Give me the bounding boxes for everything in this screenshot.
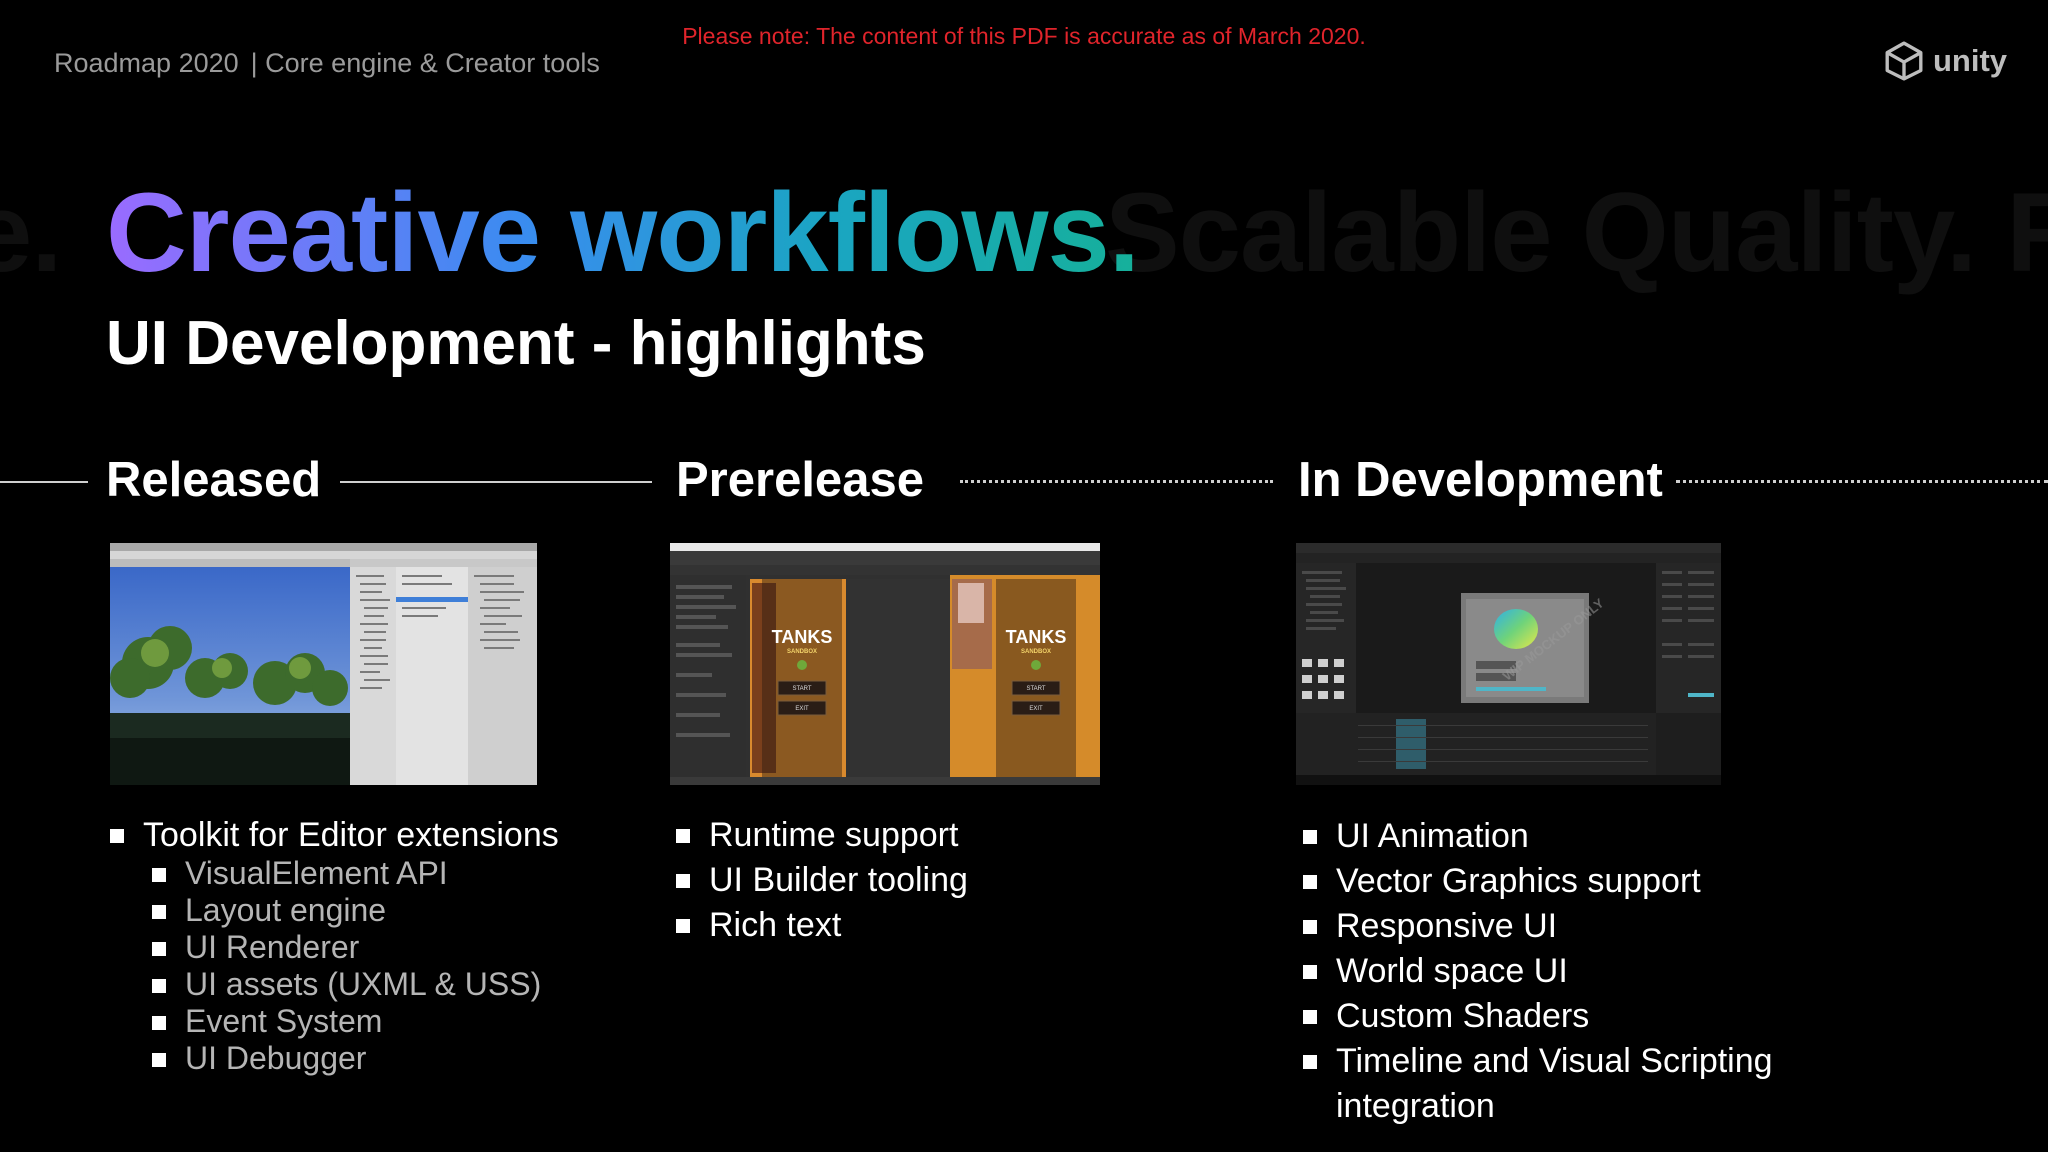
list-item: Event System xyxy=(152,1003,541,1040)
released-editor-screenshot xyxy=(110,543,537,785)
tanks-title-right: TANKS xyxy=(1006,627,1067,647)
list-item: Custom Shaders xyxy=(1303,994,1823,1039)
in-development-list: UI Animation Vector Graphics support Res… xyxy=(1303,814,1823,1129)
ghost-title-right: Scalable Quality. Re xyxy=(1105,170,2048,295)
tanks-exit-left: EXIT xyxy=(795,706,809,712)
list-item: Toolkit for Editor extensions xyxy=(110,813,559,858)
list-item: Vector Graphics support xyxy=(1303,859,1823,904)
list-item: UI Animation xyxy=(1303,814,1823,859)
ghost-title-left: e. xyxy=(0,170,62,295)
breadcrumb-section: | Core engine & Creator tools xyxy=(250,48,600,78)
tanks-start-left: START xyxy=(792,686,811,692)
tanks-subtitle-left: SANDBOX xyxy=(787,649,817,655)
breadcrumb-roadmap: Roadmap 2020 xyxy=(54,48,239,78)
section-title-released: Released xyxy=(106,453,322,507)
prerelease-ui-builder-screenshot: TANKS SANDBOX TANKS SANDBOX START EXIT S… xyxy=(670,543,1100,785)
released-list: Toolkit for Editor extensions xyxy=(110,813,559,858)
tanks-title-left: TANKS xyxy=(772,627,833,647)
prerelease-list: Runtime support UI Builder tooling Rich … xyxy=(676,813,968,948)
page-subtitle: UI Development - highlights xyxy=(106,309,926,378)
list-item: Runtime support xyxy=(676,813,968,858)
breadcrumb: Roadmap 2020 | Core engine & Creator tool… xyxy=(54,48,606,79)
list-item: UI assets (UXML & USS) xyxy=(152,966,541,1003)
list-item: UI Renderer xyxy=(152,929,541,966)
list-item: Responsive UI xyxy=(1303,904,1823,949)
in-development-mockup-screenshot: WIP MOCKUP ONLY xyxy=(1296,543,1721,785)
tanks-start-right: START xyxy=(1026,686,1045,692)
page-title: Creative workflows. xyxy=(106,170,1140,295)
prerelease-rule xyxy=(960,480,1273,483)
released-sublist: VisualElement API Layout engine UI Rende… xyxy=(110,855,541,1077)
list-item: Timeline and Visual Scripting integratio… xyxy=(1303,1039,1823,1129)
unity-logo: unity xyxy=(1883,40,2007,82)
released-rule-left xyxy=(0,481,88,483)
accuracy-notice: Please note: The content of this PDF is … xyxy=(682,23,1366,49)
list-item: Rich text xyxy=(676,903,968,948)
list-item: UI Builder tooling xyxy=(676,858,968,903)
unity-cube-icon xyxy=(1885,41,1923,81)
section-title-in-development: In Development xyxy=(1298,453,1663,507)
list-item: VisualElement API xyxy=(152,855,541,892)
tanks-exit-right: EXIT xyxy=(1029,706,1043,712)
in-development-rule xyxy=(1676,480,2048,483)
list-item: Layout engine xyxy=(152,892,541,929)
released-item-label: Toolkit for Editor extensions xyxy=(143,816,559,854)
section-title-prerelease: Prerelease xyxy=(676,453,924,507)
released-rule-right xyxy=(340,481,652,483)
tanks-subtitle-right: SANDBOX xyxy=(1021,649,1051,655)
unity-logo-text: unity xyxy=(1933,43,2008,78)
list-item: UI Debugger xyxy=(152,1040,541,1077)
list-item: World space UI xyxy=(1303,949,1823,994)
